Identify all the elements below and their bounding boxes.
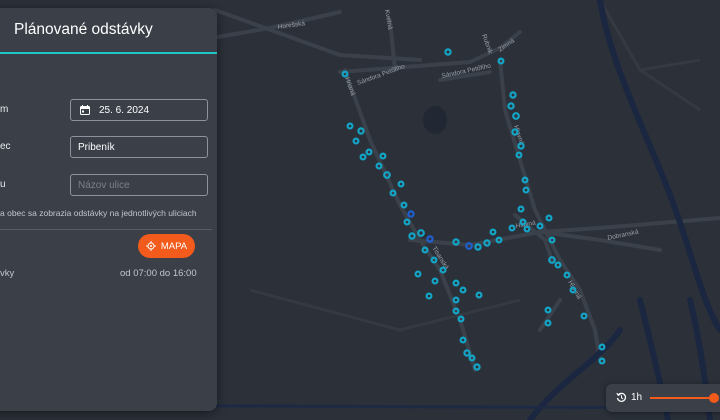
map-button[interactable]: MAPA [138, 234, 195, 258]
result-label: vky [0, 268, 15, 279]
divider [0, 229, 212, 230]
street-input[interactable]: Názov ulice [70, 174, 208, 196]
time-label: 1h [631, 392, 643, 403]
time-slider-handle[interactable] [709, 393, 719, 403]
calendar-icon[interactable] [80, 105, 90, 115]
panel-header: Plánované odstávky [0, 8, 217, 54]
date-input[interactable]: 25. 6. 2024 [70, 99, 208, 121]
municipality-row: ec Pribeník [0, 136, 217, 160]
street-placeholder: Názov ulice [78, 179, 130, 191]
date-row: m 25. 6. 2024 [0, 99, 217, 123]
street-row: u Názov ulice [0, 174, 217, 198]
map-button-label: MAPA [160, 240, 188, 252]
municipality-value: Pribeník [78, 141, 115, 153]
history-icon[interactable] [616, 392, 627, 403]
outage-panel: Plánované odstávky m 25. 6. 2024 ec Prib… [0, 8, 217, 411]
crosshair-icon [145, 241, 156, 251]
date-label: m [0, 104, 9, 115]
street-label: u [0, 179, 6, 190]
municipality-label: ec [0, 141, 11, 152]
time-control: 1h [606, 384, 720, 412]
panel-title: Plánované odstávky [14, 21, 153, 38]
result-time: od 07:00 do 16:00 [120, 268, 197, 279]
date-value: 25. 6. 2024 [99, 104, 150, 116]
time-slider-track[interactable] [650, 397, 715, 399]
municipality-input[interactable]: Pribeník [70, 136, 208, 158]
info-note: a obec sa zobrazia odstávky na jednotliv… [0, 208, 197, 218]
